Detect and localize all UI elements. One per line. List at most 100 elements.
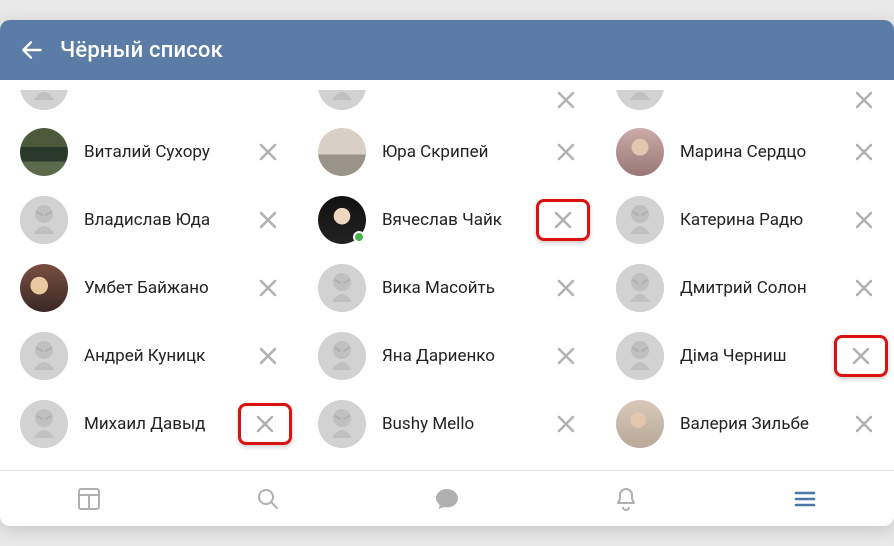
user-row[interactable]: Вячеслав Чайк	[298, 186, 596, 254]
avatar	[616, 90, 664, 110]
remove-button[interactable]	[244, 264, 292, 312]
column: Юра Скрипей Вячеслав Чайк Вика Масойть Яна …	[298, 90, 596, 470]
partial-row	[596, 90, 894, 118]
remove-button[interactable]	[542, 400, 590, 448]
avatar	[616, 400, 664, 448]
user-name: Виталий Сухору	[84, 142, 244, 162]
user-row[interactable]: Виталий Сухору	[0, 118, 298, 186]
placeholder-avatar-icon	[20, 400, 68, 448]
user-name: Вячеслав Чайк	[382, 210, 536, 230]
remove-button[interactable]	[840, 196, 888, 244]
user-row[interactable]: Вика Масойть	[298, 254, 596, 322]
placeholder-avatar-icon	[318, 90, 366, 110]
tab-messages[interactable]	[358, 471, 537, 526]
user-row[interactable]: Юра Скрипей	[298, 118, 596, 186]
remove-button[interactable]	[840, 400, 888, 448]
remove-button[interactable]	[840, 90, 888, 118]
close-icon	[557, 91, 575, 109]
avatar	[318, 400, 366, 448]
avatar	[318, 90, 366, 110]
bottom-nav	[0, 470, 894, 526]
user-name: Марина Сердцо	[680, 142, 840, 162]
remove-button[interactable]	[244, 332, 292, 380]
blacklist-grid: Виталий Сухору Владислав Юда Умбет Байжано…	[0, 80, 894, 470]
close-icon	[259, 143, 277, 161]
user-name: Михаил Давыд	[84, 414, 238, 434]
placeholder-avatar-icon	[20, 196, 68, 244]
user-name: Діма Черниш	[680, 346, 834, 366]
avatar	[20, 332, 68, 380]
user-name: Юра Скрипей	[382, 142, 542, 162]
user-row[interactable]: Владислав Юда	[0, 186, 298, 254]
placeholder-avatar-icon	[318, 332, 366, 380]
user-row[interactable]: Андрей Куницк	[0, 322, 298, 390]
avatar	[616, 128, 664, 176]
close-icon	[557, 279, 575, 297]
remove-button[interactable]	[840, 264, 888, 312]
back-button[interactable]	[10, 28, 54, 72]
page-title: Чёрный список	[60, 38, 223, 63]
user-row[interactable]: Яна Дариенко	[298, 322, 596, 390]
app-window: Чёрный список Виталий Сухору Владислав Юд…	[0, 20, 894, 526]
tab-search[interactable]	[179, 471, 358, 526]
user-row[interactable]: Михаил Давыд	[0, 390, 298, 458]
tab-menu[interactable]	[715, 471, 894, 526]
user-name: Валерия Зильбе	[680, 414, 840, 434]
user-name: Яна Дариенко	[382, 346, 542, 366]
placeholder-avatar-icon	[616, 264, 664, 312]
tab-notifications[interactable]	[536, 471, 715, 526]
back-arrow-icon	[19, 37, 45, 63]
partial-row	[298, 90, 596, 118]
close-icon	[259, 347, 277, 365]
user-name: Bushy Mello	[382, 414, 542, 434]
search-icon	[254, 485, 282, 513]
bell-icon	[612, 485, 640, 513]
placeholder-avatar-icon	[616, 332, 664, 380]
avatar	[318, 196, 366, 244]
avatar	[318, 332, 366, 380]
close-icon	[852, 347, 870, 365]
remove-button[interactable]	[542, 264, 590, 312]
remove-button[interactable]	[542, 128, 590, 176]
remove-button[interactable]	[834, 335, 888, 377]
tab-feed[interactable]	[0, 471, 179, 526]
remove-button[interactable]	[244, 196, 292, 244]
close-icon	[259, 211, 277, 229]
avatar	[318, 264, 366, 312]
user-row[interactable]: Валерия Зильбе	[596, 390, 894, 458]
placeholder-avatar-icon	[616, 90, 664, 110]
user-name: Владислав Юда	[84, 210, 244, 230]
user-row[interactable]: Катерина Радю	[596, 186, 894, 254]
user-row[interactable]: Bushy Mello	[298, 390, 596, 458]
close-icon	[259, 279, 277, 297]
avatar	[20, 400, 68, 448]
user-row[interactable]: Марина Сердцо	[596, 118, 894, 186]
menu-icon	[791, 485, 819, 513]
close-icon	[256, 415, 274, 433]
close-icon	[557, 347, 575, 365]
user-name: Умбет Байжано	[84, 278, 244, 298]
user-name: Андрей Куницк	[84, 346, 244, 366]
placeholder-avatar-icon	[318, 400, 366, 448]
avatar	[318, 128, 366, 176]
remove-button[interactable]	[542, 332, 590, 380]
partial-row	[0, 90, 298, 118]
user-row[interactable]: Дмитрий Солон	[596, 254, 894, 322]
user-row[interactable]: Умбет Байжано	[0, 254, 298, 322]
user-row[interactable]: Діма Черниш	[596, 322, 894, 390]
placeholder-avatar-icon	[616, 196, 664, 244]
avatar	[616, 332, 664, 380]
remove-button[interactable]	[536, 199, 590, 241]
remove-button[interactable]	[244, 128, 292, 176]
avatar	[616, 264, 664, 312]
user-name: Катерина Радю	[680, 210, 840, 230]
avatar	[20, 264, 68, 312]
placeholder-avatar-icon	[318, 264, 366, 312]
column: Марина Сердцо Катерина Радю Дмитрий Солон Д…	[596, 90, 894, 470]
messages-icon	[433, 485, 461, 513]
close-icon	[557, 415, 575, 433]
remove-button[interactable]	[238, 403, 292, 445]
remove-button[interactable]	[840, 128, 888, 176]
remove-button[interactable]	[542, 90, 590, 118]
avatar	[616, 196, 664, 244]
